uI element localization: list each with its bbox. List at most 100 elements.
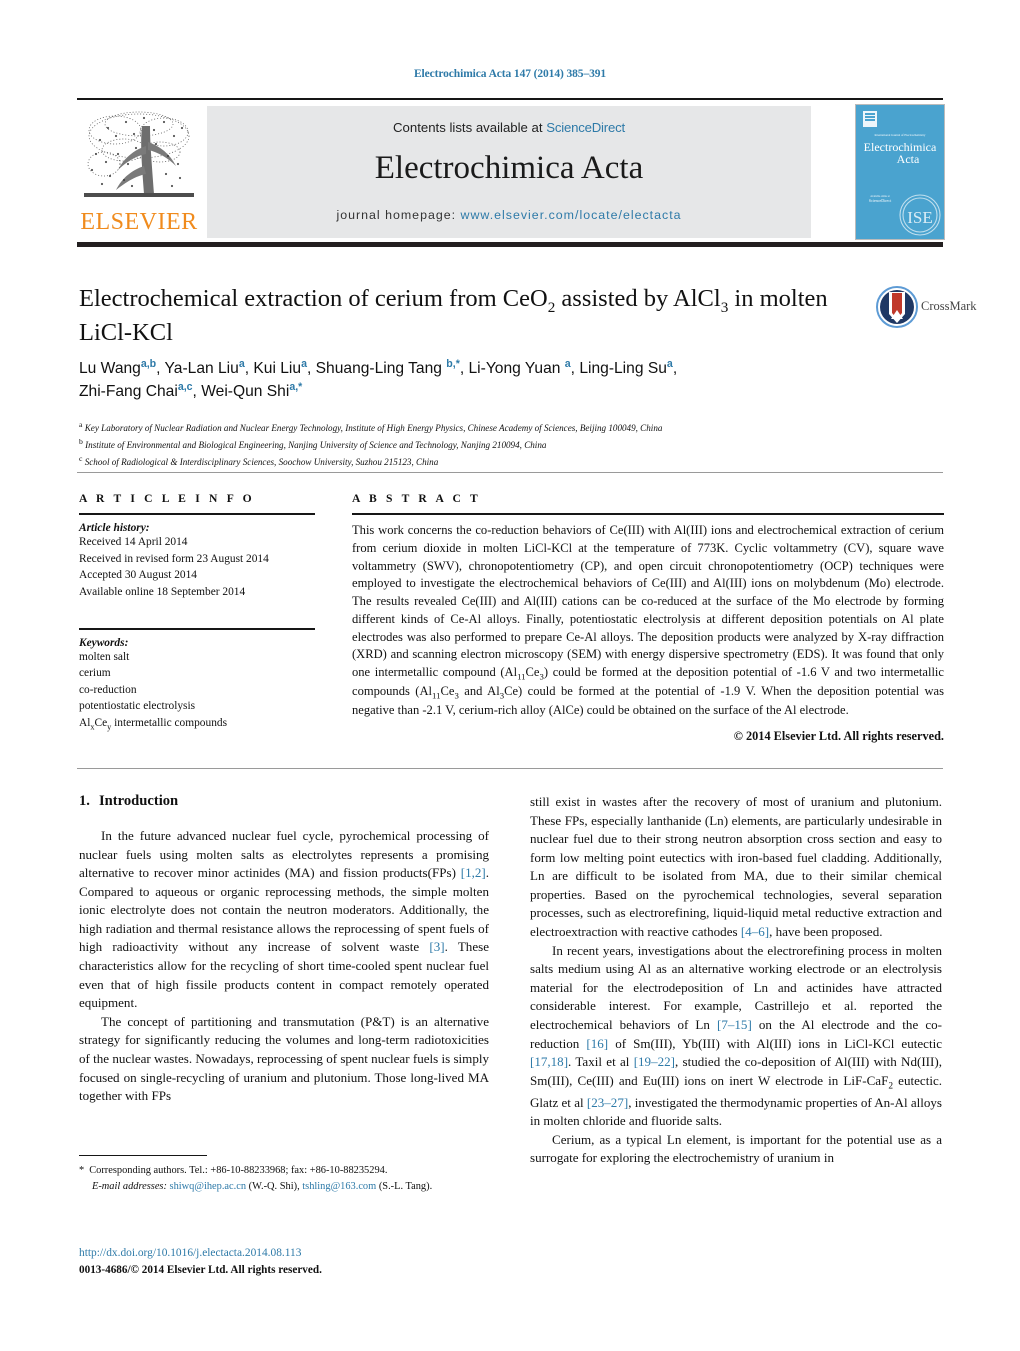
sciencedirect-link[interactable]: ScienceDirect <box>546 120 625 135</box>
keyword-item: molten salt <box>79 650 130 663</box>
body-column-right: still exist in wastes after the recovery… <box>530 793 942 1168</box>
affiliation-text: Institute of Environmental and Biologica… <box>85 439 547 450</box>
abstract-rule <box>352 513 944 515</box>
author-affil-marker: a,c <box>177 381 193 394</box>
section-heading-introduction: 1. Introduction <box>79 793 489 810</box>
email-owner-shi: (W.-Q. Shi), <box>248 1180 300 1192</box>
contents-prefix: Contents lists available at <box>393 120 547 135</box>
kw-suffix: intermetallic compounds <box>111 717 228 730</box>
journal-cover-thumbnail: International Journal of Electrochemistr… <box>855 104 945 240</box>
citation-link[interactable]: [7–15] <box>717 1017 752 1032</box>
author-affil-marker: a <box>301 358 307 370</box>
footnote-block: * Corresponding authors. Tel.: +86-10-882… <box>79 1163 499 1194</box>
elsevier-logo: ELSEVIER <box>77 106 201 238</box>
citation-link[interactable]: [23–27] <box>587 1095 628 1110</box>
article-info-section: A R T I C L E I N F O Article history: R… <box>79 492 315 733</box>
journal-masthead: ELSEVIER Contents lists available at Sci… <box>77 98 945 242</box>
paper-page: Electrochimica Acta 147 (2014) 385–391 E… <box>0 0 1020 1351</box>
email-label: E-mail addresses: <box>92 1180 167 1192</box>
masthead-banner: Contents lists available at ScienceDirec… <box>207 106 811 238</box>
history-item: Available online 18 September 2014 <box>79 585 246 598</box>
cover-artwork: International Journal of Electrochemistr… <box>856 105 944 239</box>
author-affil-marker: a <box>564 358 571 370</box>
footnote-rule <box>79 1155 207 1156</box>
page-title: Electrochemical extraction of cerium fro… <box>79 283 839 349</box>
citation-link[interactable]: [4–6] <box>741 924 769 939</box>
history-item: Received 14 April 2014 <box>79 536 188 548</box>
author-affil-marker: b,* <box>446 358 460 370</box>
affiliation-marker: a <box>79 420 83 429</box>
affiliation-item: c School of Radiological & Interdiscipli… <box>79 453 939 470</box>
section-title: Introduction <box>98 793 179 809</box>
issn-copyright-line: 0013-4686/© 2014 Elsevier Ltd. All right… <box>79 1264 322 1277</box>
affiliation-item: b Institute of Environmental and Biologi… <box>79 436 939 453</box>
affiliation-item: a Key Laboratory of Nuclear Radiation an… <box>79 419 939 436</box>
corresponding-authors-note: Corresponding authors. Tel.: +86-10-8823… <box>89 1165 388 1176</box>
keyword-item: AlxCey intermetallic compounds <box>79 715 315 733</box>
author-list: Lu Wanga,b, Ya-Lan Liua, Kui Liua, Shuan… <box>79 358 678 401</box>
affiliation-text: Key Laboratory of Nuclear Radiation and … <box>84 423 663 434</box>
affiliation-list: a Key Laboratory of Nuclear Radiation an… <box>79 419 939 469</box>
keyword-item: potentiostatic electrolysis <box>79 700 196 713</box>
email-line: E-mail addresses: shiwq@ihep.ac.cn (W.-Q… <box>79 1179 499 1195</box>
elsevier-wordmark: ELSEVIER <box>80 209 198 235</box>
svg-text:Acta: Acta <box>897 152 920 166</box>
kw-prefix: Al <box>79 717 91 730</box>
doi-block: http://dx.doi.org/10.1016/j.electacta.20… <box>79 1245 539 1279</box>
abstract-heading: A B S T R A C T <box>352 492 481 505</box>
history-item: Accepted 30 August 2014 <box>79 569 197 582</box>
doi-link[interactable]: http://dx.doi.org/10.1016/j.electacta.20… <box>79 1245 539 1262</box>
footnote-star: * <box>79 1165 85 1176</box>
journal-title: Electrochimica Acta <box>374 150 644 186</box>
abstract-copyright: © 2014 Elsevier Ltd. All rights reserved… <box>733 728 944 743</box>
paragraph: In the future advanced nuclear fuel cycl… <box>79 828 489 1011</box>
svg-text:International Journal of Elect: International Journal of Electrochemistr… <box>875 133 926 137</box>
homepage-url-link[interactable]: www.elsevier.com/locate/electacta <box>461 208 682 222</box>
citation-link[interactable]: [1,2] <box>461 865 486 880</box>
abstract-section: A B S T R A C T This work concerns the c… <box>352 492 944 744</box>
journal-homepage-line: journal homepage: www.elsevier.com/locat… <box>207 208 811 222</box>
elsevier-tree-icon <box>84 111 194 197</box>
paragraph: In recent years, investigations about th… <box>530 942 942 1129</box>
author-affil-marker: a,* <box>289 381 303 394</box>
abstract-text: This work concerns the co-reduction beha… <box>352 523 945 717</box>
affiliation-marker: c <box>79 453 83 463</box>
citation-link[interactable]: [17,18] <box>530 1054 568 1069</box>
article-info-heading: A R T I C L E I N F O <box>79 492 255 505</box>
citation-link[interactable]: [3] <box>429 939 444 954</box>
citation-link[interactable]: [19–22] <box>634 1054 675 1069</box>
article-info-rule <box>79 513 315 515</box>
svg-text:ScienceDirect: ScienceDirect <box>869 198 892 203</box>
affiliation-marker: b <box>79 436 83 446</box>
crossmark-badge[interactable]: CrossMark <box>876 286 977 328</box>
email-owner-tang: (S.-L. Tang). <box>378 1180 433 1192</box>
crossmark-label: CrossMark <box>921 299 977 313</box>
author-affil-marker: a <box>666 358 673 370</box>
citation-link[interactable]: [16] <box>586 1036 608 1051</box>
affiliation-text: School of Radiological & Interdisciplina… <box>84 456 439 467</box>
keyword-item: co-reduction <box>79 683 137 696</box>
keywords-title: Keywords: <box>79 636 129 649</box>
author-affil-marker: a,b <box>140 358 157 370</box>
svg-text:ISE: ISE <box>907 208 933 227</box>
masthead-bottom-rule <box>77 242 943 247</box>
paragraph: still exist in wastes after the recovery… <box>530 794 942 940</box>
article-history-list: Received 14 April 2014 Received in revis… <box>79 534 315 601</box>
keywords-rule <box>79 627 315 630</box>
crossmark-icon <box>876 286 918 328</box>
paragraph: The concept of partitioning and transmut… <box>79 1013 489 1104</box>
author-affil-marker: a <box>238 358 245 370</box>
contents-available-line: Contents lists available at ScienceDirec… <box>207 120 811 135</box>
divider-above-abstract <box>77 472 943 473</box>
keywords-block: Keywords: molten salt cerium co-reductio… <box>79 627 315 734</box>
kw-mid: Ce <box>94 717 108 730</box>
divider-above-body <box>77 768 943 769</box>
section-number: 1. <box>79 793 90 809</box>
article-history-title: Article history: <box>79 522 150 534</box>
body-column-left: 1. Introduction In the future advanced nu… <box>79 793 489 1106</box>
email-link-shi[interactable]: shiwq@ihep.ac.cn <box>170 1181 247 1192</box>
email-link-tang[interactable]: tshling@163.com <box>302 1181 376 1192</box>
keywords-list: molten salt cerium co-reduction potentio… <box>79 649 315 734</box>
paragraph: Cerium, as a typical Ln element, is impo… <box>530 1131 942 1166</box>
history-item: Received in revised form 23 August 2014 <box>79 552 269 565</box>
